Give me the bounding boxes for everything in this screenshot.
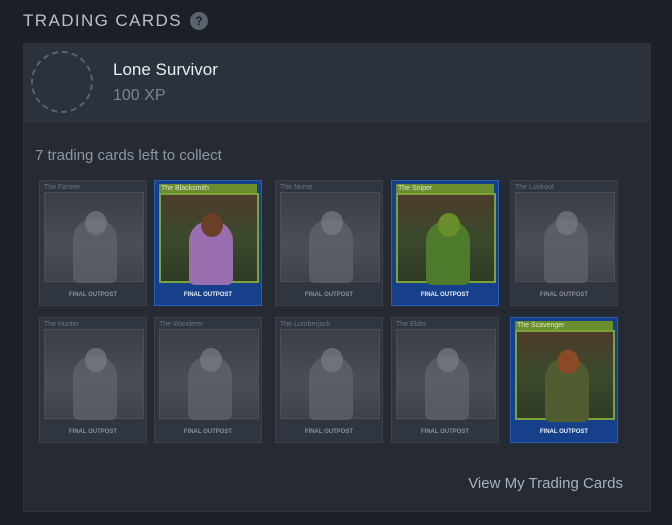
card-logo: FINAL OUTPOST bbox=[539, 429, 589, 435]
card-name: The Nurse bbox=[280, 184, 313, 191]
card-logo: FINAL OUTPOST bbox=[420, 292, 470, 298]
badge-name: Lone Survivor bbox=[113, 60, 218, 79]
view-trading-cards-link[interactable]: View My Trading Cards bbox=[468, 475, 623, 492]
cards-left-text: 7 trading cards left to collect bbox=[35, 147, 222, 164]
card-art bbox=[515, 330, 615, 422]
card-name: The Scavenger bbox=[515, 321, 613, 330]
trading-cards-panel: Lone Survivor 100 XP 7 trading cards lef… bbox=[23, 43, 651, 512]
trading-card[interactable]: The Blacksmith FINAL OUTPOST bbox=[154, 180, 262, 306]
card-art bbox=[44, 192, 144, 283]
trading-card[interactable]: The Sniper FINAL OUTPOST bbox=[391, 180, 499, 306]
card-logo: FINAL OUTPOST bbox=[304, 292, 354, 298]
trading-card[interactable]: The Elder FINAL OUTPOST bbox=[391, 317, 499, 443]
card-art bbox=[396, 329, 496, 420]
card-name: The Lumberjack bbox=[280, 321, 331, 328]
card-name: The Elder bbox=[396, 321, 427, 328]
trading-card[interactable]: The Scavenger FINAL OUTPOST bbox=[510, 317, 618, 443]
card-name: The Blacksmith bbox=[159, 184, 257, 193]
card-name: The Wanderer bbox=[159, 321, 204, 328]
trading-card[interactable]: The Nurse FINAL OUTPOST bbox=[275, 180, 383, 306]
question-icon[interactable]: ? bbox=[189, 12, 208, 30]
trading-card[interactable]: The Lookout FINAL OUTPOST bbox=[510, 180, 618, 306]
card-art bbox=[280, 329, 380, 420]
badge-xp: 100 XP bbox=[113, 87, 166, 104]
card-art bbox=[159, 193, 259, 285]
badge-placeholder-icon bbox=[31, 51, 93, 113]
trading-card[interactable]: The Lumberjack FINAL OUTPOST bbox=[275, 317, 383, 443]
card-logo: FINAL OUTPOST bbox=[420, 429, 470, 435]
card-logo: FINAL OUTPOST bbox=[183, 429, 233, 435]
card-logo: FINAL OUTPOST bbox=[183, 292, 233, 298]
section-header: TRADING CARDS ? bbox=[23, 11, 208, 31]
card-logo: FINAL OUTPOST bbox=[304, 429, 354, 435]
card-logo: FINAL OUTPOST bbox=[539, 292, 589, 298]
card-logo: FINAL OUTPOST bbox=[68, 429, 118, 435]
card-art bbox=[159, 329, 259, 420]
trading-card[interactable]: The Hunter FINAL OUTPOST bbox=[39, 317, 147, 443]
card-logo: FINAL OUTPOST bbox=[68, 292, 118, 298]
trading-card[interactable]: The Farmer FINAL OUTPOST bbox=[39, 180, 147, 306]
card-name: The Lookout bbox=[515, 184, 554, 191]
card-name: The Farmer bbox=[44, 184, 81, 191]
card-art bbox=[515, 192, 615, 283]
card-art bbox=[396, 193, 496, 285]
badge-row: Lone Survivor 100 XP bbox=[23, 43, 651, 124]
card-name: The Hunter bbox=[44, 321, 80, 328]
trading-card[interactable]: The Wanderer FINAL OUTPOST bbox=[154, 317, 262, 443]
card-name: The Sniper bbox=[396, 184, 494, 193]
card-art bbox=[44, 329, 144, 420]
card-art bbox=[280, 192, 380, 283]
section-title: TRADING CARDS bbox=[23, 11, 182, 30]
